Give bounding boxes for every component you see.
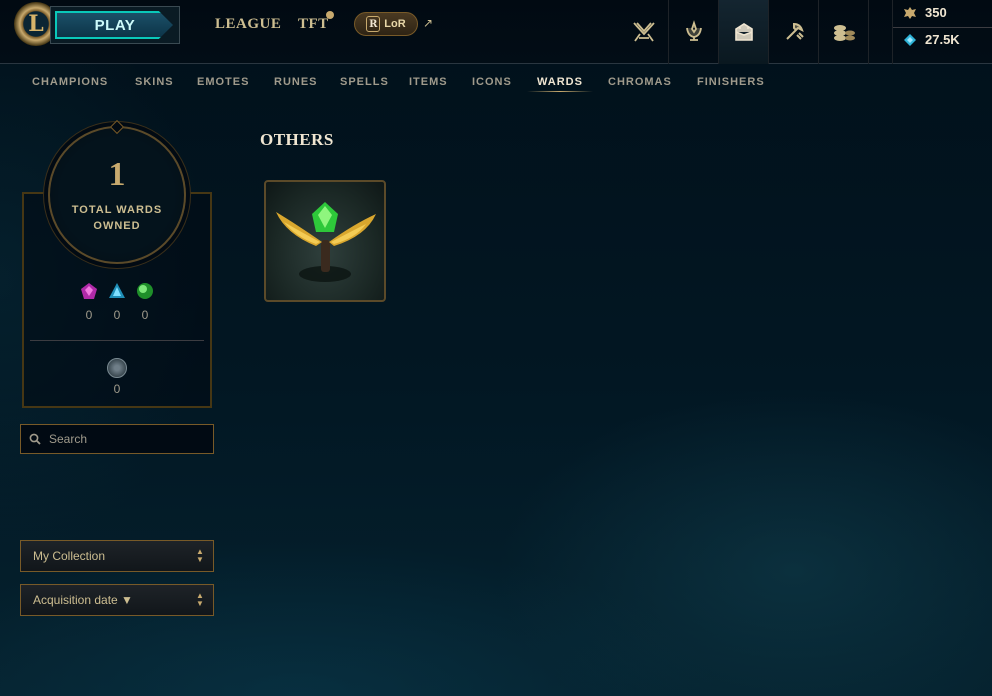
owned-count-circle — [48, 126, 186, 264]
tab-champions[interactable]: CHAMPIONS — [32, 76, 108, 88]
dropdown-arrows-icon: ▲ ▼ — [196, 547, 204, 564]
epic-gem-icon — [137, 283, 153, 299]
be-balance: 27.5K — [903, 32, 960, 47]
lor-icon: R — [366, 16, 381, 32]
top-bar: L PLAY LEAGUE TFT R LoR ↗ 350 27.5K — [0, 0, 992, 64]
collection-tabs: CHAMPIONS SKINS EMOTES RUNES SPELLS ITEM… — [0, 74, 992, 94]
tab-wards[interactable]: WARDS — [537, 76, 583, 88]
store-icon[interactable] — [819, 0, 869, 64]
mythic-count: 0 — [85, 308, 93, 322]
search-icon — [29, 433, 41, 445]
nav-tft[interactable]: TFT — [298, 16, 329, 33]
be-value: 27.5K — [925, 32, 960, 47]
tab-items[interactable]: ITEMS — [409, 76, 448, 88]
legendary-count: 0 — [113, 308, 121, 322]
token-count: 0 — [113, 382, 121, 396]
play-label: PLAY — [94, 16, 136, 34]
dropdown-arrows-icon: ▲ ▼ — [196, 591, 204, 608]
clash-icon[interactable] — [619, 0, 669, 64]
winged-ward-icon — [276, 202, 376, 282]
rp-value: 350 — [925, 5, 947, 20]
mythic-gem-icon — [81, 283, 97, 299]
rp-balance: 350 — [903, 5, 947, 20]
nav-league[interactable]: LEAGUE — [215, 16, 281, 33]
currency-panel[interactable]: 350 27.5K — [892, 0, 992, 64]
sort-value: Acquisition date ▼ — [33, 593, 133, 607]
lor-label: LoR — [384, 18, 406, 30]
panel-divider — [30, 340, 204, 341]
tab-spells[interactable]: SPELLS — [340, 76, 389, 88]
epic-count: 0 — [141, 308, 149, 322]
notification-dot — [326, 11, 334, 19]
collection-icon[interactable] — [719, 0, 769, 64]
section-title: OTHERS — [260, 130, 334, 149]
search-field[interactable] — [20, 424, 214, 454]
tab-icons[interactable]: ICONS — [472, 76, 512, 88]
total-owned-count: 1 — [108, 156, 126, 193]
nav-lor[interactable]: R LoR — [354, 12, 418, 36]
active-tab-indicator — [527, 91, 593, 92]
legendary-gem-icon — [109, 283, 125, 298]
loot-icon[interactable] — [769, 0, 819, 64]
external-link-icon: ↗ — [423, 16, 434, 30]
tab-emotes[interactable]: EMOTES — [197, 76, 249, 88]
token-icon — [107, 358, 127, 378]
ranked-icon[interactable] — [669, 0, 719, 64]
tab-finishers[interactable]: FINISHERS — [697, 76, 765, 88]
search-input[interactable] — [49, 432, 199, 446]
sort-dropdown[interactable]: Acquisition date ▼ ▲ ▼ — [20, 584, 214, 616]
total-owned-label: TOTAL WARDS OWNED — [71, 204, 163, 232]
play-button[interactable]: PLAY — [50, 6, 180, 44]
tab-chromas[interactable]: CHROMAS — [608, 76, 672, 88]
tab-skins[interactable]: SKINS — [135, 76, 174, 88]
ward-card[interactable] — [264, 180, 386, 302]
collection-filter-dropdown[interactable]: My Collection ▲ ▼ — [20, 540, 214, 572]
currency-divider — [893, 27, 992, 28]
rp-icon — [904, 6, 916, 19]
blue-essence-icon — [904, 33, 916, 46]
collection-filter-value: My Collection — [33, 549, 106, 563]
tab-runes[interactable]: RUNES — [274, 76, 318, 88]
